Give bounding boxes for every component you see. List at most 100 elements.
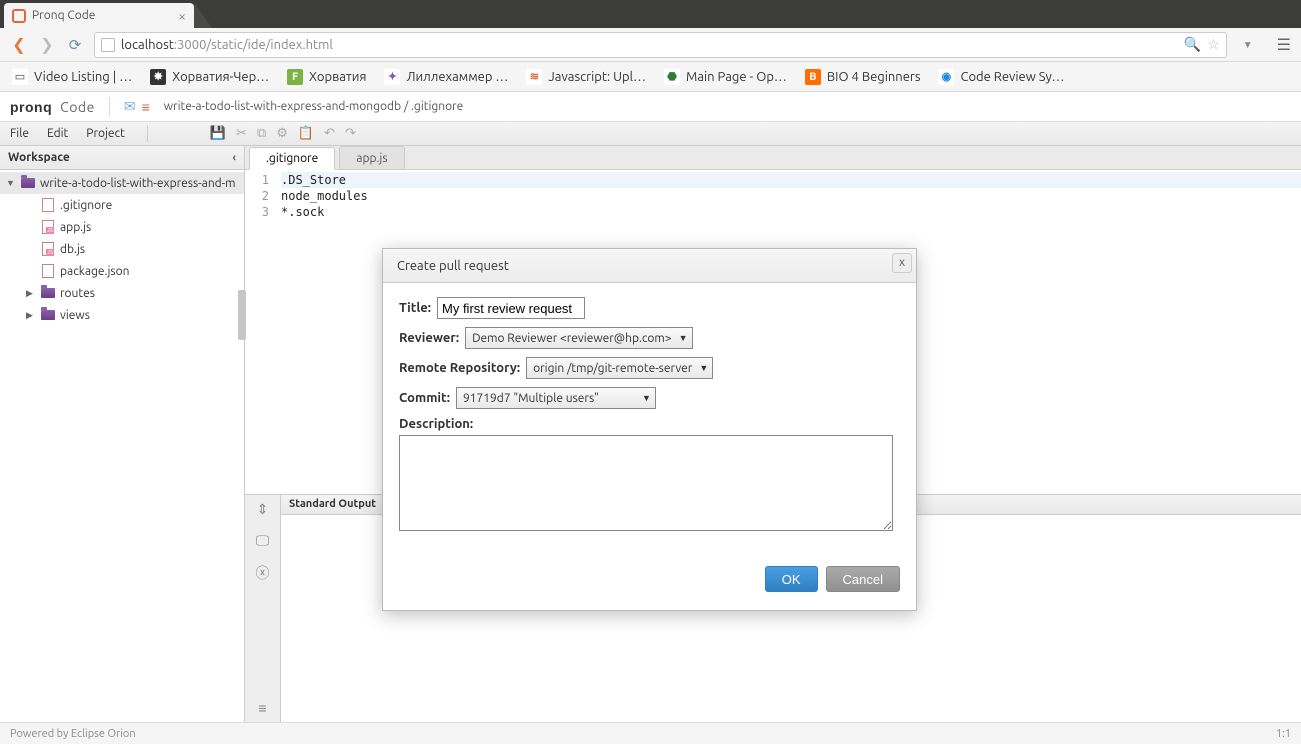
clear-output-icon[interactable]: ⓧ [256, 563, 270, 583]
tree-item[interactable]: ▶routes [0, 282, 244, 304]
more-output-icon[interactable]: ≡ [258, 700, 266, 716]
reviewer-select[interactable]: Demo Reviewer <reviewer@hp.com> [465, 327, 692, 349]
search-icon[interactable]: 🔍 [1184, 36, 1201, 53]
bookmark-item[interactable]: BBIO 4 Beginners [801, 66, 925, 88]
tree-item[interactable]: .gitignore [0, 194, 244, 216]
bookmark-star-icon[interactable]: ☆ [1207, 36, 1220, 53]
file-icon [42, 198, 54, 212]
tree-twisty-icon[interactable]: ▶ [26, 310, 36, 321]
bookmark-icon: ✦ [384, 69, 400, 85]
create-pull-request-dialog: Create pull request x Title: Reviewer: D… [382, 248, 917, 611]
ok-button[interactable]: OK [765, 566, 818, 592]
copy-icon[interactable]: ⧉ [257, 126, 266, 141]
description-label: Description: [399, 417, 473, 431]
title-input[interactable] [437, 297, 585, 319]
repo-label: Remote Repository: [399, 361, 520, 375]
footer-left: Powered by Eclipse Orion [10, 728, 136, 740]
menu-file[interactable]: File [10, 127, 29, 140]
reviewer-label: Reviewer: [399, 331, 459, 345]
clipboard-icon[interactable]: 📋 [298, 126, 314, 141]
breadcrumb[interactable]: write-a-todo-list-with-express-and-mongo… [164, 100, 464, 113]
line-gutter: 123 [245, 170, 277, 494]
sidebar-title: Workspace [8, 151, 70, 164]
bookmark-item[interactable]: ✦Лиллехаммер … [380, 66, 512, 88]
app-logo[interactable]: pronq Code [10, 99, 95, 115]
file-icon [42, 220, 54, 234]
tree-item[interactable]: ▶views [0, 304, 244, 326]
cancel-button[interactable]: Cancel [826, 566, 900, 592]
monitor-icon[interactable]: 🖵 [256, 532, 270, 549]
browser-tab-title: Pronq Code [32, 9, 95, 22]
tree-item[interactable]: db.js [0, 238, 244, 260]
folder-icon [41, 310, 55, 320]
redo-icon[interactable]: ↷ [345, 126, 356, 141]
tree-twisty-icon[interactable]: ▼ [6, 178, 16, 188]
title-label: Title: [399, 301, 431, 315]
bookmark-item[interactable]: ⬣Main Page - Op… [660, 66, 791, 88]
commit-label: Commit: [399, 391, 450, 405]
url-host: localhost [121, 38, 174, 52]
tree-item[interactable]: ▼write-a-todo-list-with-express-and-m [0, 172, 244, 194]
description-textarea[interactable] [399, 435, 893, 531]
dialog-titlebar[interactable]: Create pull request x [383, 249, 916, 283]
back-button[interactable]: ❮ [10, 35, 28, 54]
expand-vertical-icon[interactable]: ⇕ [257, 501, 269, 518]
reload-button[interactable]: ⟳ [66, 36, 84, 54]
url-bar[interactable]: localhost:3000/static/ide/index.html 🔍 ☆ [94, 32, 1227, 58]
repo-select[interactable]: origin /tmp/git-remote-server [526, 357, 713, 379]
bookmark-icon: ≋ [526, 69, 542, 85]
menubar: File Edit Project 💾 ✂ ⧉ ⚙ 📋 ↶ ↷ [0, 122, 1301, 146]
bookmark-item[interactable]: ✸Хорватия-Чер… [146, 66, 273, 88]
nav-bar: ❮ ❯ ⟳ localhost:3000/static/ide/index.ht… [0, 28, 1301, 62]
cursor-position: 1:1 [1276, 728, 1291, 740]
tree-twisty-icon[interactable]: ▶ [26, 288, 36, 299]
folder-icon [21, 178, 35, 188]
browser-tab-active[interactable]: Pronq Code × [4, 3, 194, 28]
close-tab-icon[interactable]: × [178, 8, 186, 24]
browser-chrome: Pronq Code × ❮ ❯ ⟳ localhost:3000/static… [0, 0, 1301, 92]
collapse-sidebar-icon[interactable]: ‹ [233, 152, 236, 164]
menu-edit[interactable]: Edit [47, 127, 68, 140]
bookmarks-bar: ▭Video Listing | … ✸Хорватия-Чер… FХорвати… [0, 62, 1301, 92]
cut-icon[interactable]: ✂ [236, 126, 247, 141]
tab-strip: Pronq Code × [0, 0, 1301, 28]
list-icon[interactable]: ≡ [142, 99, 150, 115]
file-tree: ▼write-a-todo-list-with-express-and-m.gi… [0, 170, 244, 722]
favicon-icon [12, 9, 26, 23]
file-icon [42, 264, 54, 278]
dialog-close-button[interactable]: x [892, 253, 912, 273]
dialog-title-text: Create pull request [397, 259, 509, 273]
mail-icon[interactable]: ✉ [124, 98, 136, 115]
tree-item[interactable]: app.js [0, 216, 244, 238]
bookmark-item[interactable]: FХорватия [283, 66, 370, 88]
commit-select[interactable]: 91719d7 "Multiple users" [456, 387, 656, 409]
bookmark-icon: B [805, 69, 821, 85]
file-icon [42, 242, 54, 256]
bookmark-item[interactable]: ▭Video Listing | … [8, 66, 136, 88]
bookmark-icon: ▭ [12, 69, 28, 85]
output-toolbar: ⇕ 🖵 ⓧ ≡ [245, 495, 281, 722]
bookmark-icon: F [287, 69, 303, 85]
settings-gear-icon[interactable]: ⚙ [276, 126, 288, 141]
sidebar-scrollbar[interactable] [238, 290, 246, 340]
save-icon[interactable]: 💾 [210, 126, 226, 141]
new-tab-button[interactable] [194, 3, 212, 28]
folder-icon [41, 288, 55, 298]
editor-tabs: .gitignoreapp.js [245, 146, 1301, 170]
tree-item[interactable]: package.json [0, 260, 244, 282]
bookmark-item[interactable]: ≋Javascript: Upl… [522, 66, 650, 88]
editor-tab[interactable]: app.js [339, 146, 404, 169]
editor-tab[interactable]: .gitignore [249, 147, 335, 170]
sidebar: Workspace ‹ ▼write-a-todo-list-with-expr… [0, 146, 245, 722]
bookmark-icon: ✸ [150, 69, 166, 85]
site-info-icon[interactable] [101, 38, 115, 52]
undo-icon[interactable]: ↶ [324, 126, 335, 141]
forward-button[interactable]: ❯ [38, 35, 56, 54]
bookmark-item[interactable]: ◉Code Review Sy… [934, 66, 1068, 88]
sidebar-header: Workspace ‹ [0, 146, 244, 170]
bookmark-icon: ⬣ [664, 69, 680, 85]
hamburger-menu-icon[interactable]: ☰ [1277, 35, 1291, 54]
footer: Powered by Eclipse Orion 1:1 [0, 722, 1301, 744]
url-dropdown-icon[interactable]: ▼ [1243, 39, 1253, 51]
menu-project[interactable]: Project [86, 127, 125, 140]
